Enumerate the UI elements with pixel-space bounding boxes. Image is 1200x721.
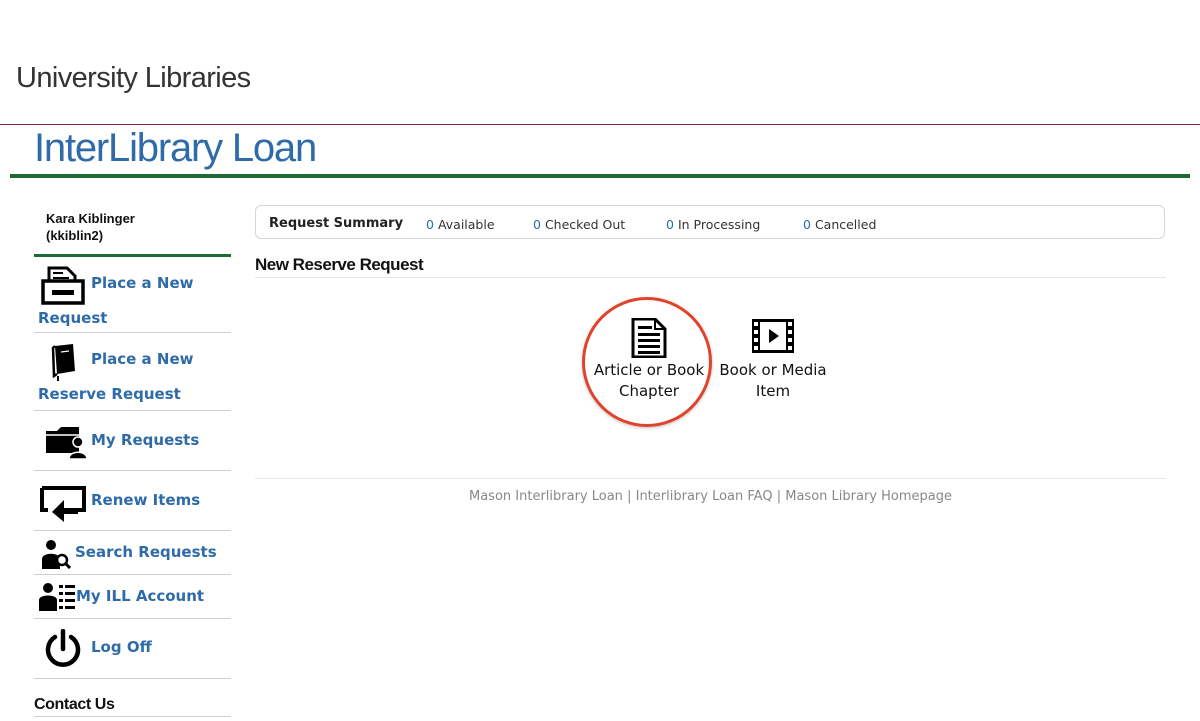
footer-separator: |	[627, 489, 632, 504]
header-divider	[0, 124, 1200, 125]
sidebar-item-renew-items[interactable]: Renew Items	[34, 471, 231, 531]
summary-available[interactable]: 0 Available	[426, 217, 495, 232]
user-username: (kkiblin2)	[46, 228, 104, 243]
option-label: Article or Book	[593, 361, 705, 379]
title-underline	[10, 174, 1190, 178]
sidebar-item-log-off[interactable]: Log Off	[34, 619, 231, 679]
user-list-icon	[39, 583, 75, 615]
checked-out-count: 0	[533, 217, 541, 232]
sidebar-item-label: My Requests	[91, 431, 200, 449]
article-or-chapter-option[interactable]: Article or Book Chapter	[585, 317, 713, 402]
option-label: Chapter	[619, 382, 679, 400]
sidebar-item-label: Search Requests	[75, 543, 217, 561]
cancelled-label: Cancelled	[814, 217, 877, 232]
sidebar-nav: Kara Kiblinger (kkiblin2) Place a New Re…	[34, 196, 231, 717]
sidebar-item-place-request[interactable]: Place a New Request	[34, 257, 231, 333]
sidebar-item-ill-account[interactable]: My ILL Account	[34, 575, 231, 619]
checked-out-label: Checked Out	[544, 217, 626, 232]
sidebar-item-label: Log Off	[91, 638, 152, 656]
contact-us-heading: Contact Us	[34, 696, 231, 717]
summary-cancelled[interactable]: 0 Cancelled	[803, 217, 876, 232]
document-icon	[585, 317, 713, 360]
sidebar-item-label: Renew Items	[91, 491, 201, 509]
site-title: University Libraries	[16, 62, 251, 94]
available-count: 0	[426, 217, 434, 232]
summary-checked-out[interactable]: 0 Checked Out	[533, 217, 625, 232]
renew-arrow-icon	[40, 486, 86, 526]
footer-link-library-homepage[interactable]: Mason Library Homepage	[785, 489, 952, 504]
folder-user-icon	[45, 425, 88, 463]
film-strip-icon	[712, 318, 834, 360]
summary-title: Request Summary	[269, 216, 404, 231]
sidebar-item-search-requests[interactable]: Search Requests	[34, 531, 231, 575]
sidebar-item-my-requests[interactable]: My Requests	[34, 411, 231, 471]
summary-in-processing[interactable]: 0 In Processing	[666, 217, 760, 232]
available-label: Available	[437, 217, 495, 232]
option-label: Book or Media	[719, 361, 827, 379]
sidebar-item-label: Request	[38, 309, 108, 327]
user-search-icon	[41, 539, 72, 573]
sidebar-item-label: Place a New	[91, 350, 194, 368]
option-label: Item	[755, 382, 791, 400]
sidebar-item-label: Reserve Request	[38, 385, 181, 403]
section-divider	[255, 277, 1166, 278]
book-icon	[49, 343, 77, 385]
user-name: Kara Kiblinger	[46, 211, 135, 226]
form-drawer-icon	[41, 266, 85, 310]
cancelled-count: 0	[803, 217, 811, 232]
footer-links: Mason Interlibrary Loan | Interlibrary L…	[255, 489, 1166, 504]
app-title: InterLibrary Loan	[34, 126, 317, 170]
user-info: Kara Kiblinger (kkiblin2)	[34, 196, 231, 257]
sidebar-item-label: My ILL Account	[76, 587, 205, 605]
request-summary-bar: Request Summary 0 Available 0 Checked Ou…	[255, 205, 1165, 239]
footer-link-mason-ill[interactable]: Mason Interlibrary Loan	[469, 489, 623, 504]
footer-separator: |	[776, 489, 782, 504]
processing-count: 0	[666, 217, 674, 232]
footer-link-ill-faq[interactable]: Interlibrary Loan FAQ	[636, 489, 773, 504]
footer-divider	[255, 478, 1166, 479]
power-icon	[43, 628, 83, 673]
sidebar-item-label: Place a New	[91, 274, 194, 292]
book-or-media-option[interactable]: Book or Media Item	[712, 318, 834, 402]
sidebar-item-place-reserve[interactable]: Place a New Reserve Request	[34, 333, 231, 411]
page-title: New Reserve Request	[255, 255, 424, 274]
processing-label: In Processing	[677, 217, 761, 232]
